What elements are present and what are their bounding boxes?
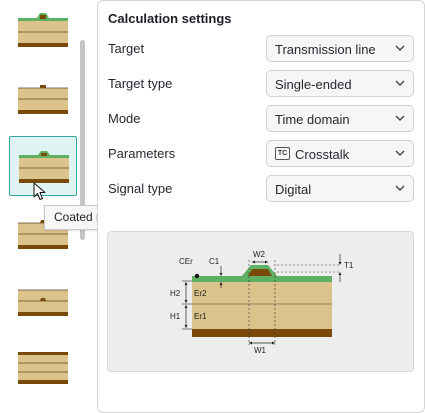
label-w1: W1 [254,346,267,355]
chevron-down-icon [395,80,405,86]
label-cer: CEr [179,257,193,266]
stack-single-trace-icon [18,85,68,114]
crosstalk-tc-icon: TC [275,147,290,160]
label-h2: H2 [170,289,181,298]
thumbnail-stack-single-trace[interactable] [9,68,77,128]
thumbnail-stack-three-layer[interactable] [9,338,77,398]
chevron-down-icon [395,115,405,121]
signal-type-select[interactable]: Digital [266,175,414,202]
label-t1: T1 [344,261,354,270]
signal-trace [248,269,272,276]
signal-type-label: Signal type [108,181,173,196]
label-er2: Er2 [194,289,207,298]
label-er1: Er1 [194,312,207,321]
stack-three-layer-icon [18,352,68,384]
signal-type-value: Digital [275,182,312,197]
chevron-down-icon [395,150,405,156]
mode-select[interactable]: Time domain [266,105,414,132]
parameters-select[interactable]: TC Crosstalk [266,140,414,167]
ground-plane [192,329,332,337]
stackup-cross-section-diagram: CEr C1 W2 T1 H2 Er2 H1 Er1 W1 [107,231,414,372]
mode-label: Mode [108,111,141,126]
coating-layer [192,276,332,282]
target-type-label: Target type [108,76,173,91]
label-c1: C1 [209,257,220,266]
label-h1: H1 [170,312,181,321]
thumbnail-stack-top-trace[interactable] [9,2,77,62]
coated-microstrip-icon [19,151,69,183]
mode-value: Time domain [275,112,350,127]
target-value: Transmission line [275,42,376,57]
mouse-cursor-icon [33,182,46,200]
label-w2: W2 [253,250,266,259]
parameters-value: Crosstalk [295,147,350,162]
stack-top-trace-icon [18,13,68,47]
panel-title: Calculation settings [108,11,232,26]
calculation-settings-panel: Calculation settings Target Transmission… [97,0,425,413]
target-select[interactable]: Transmission line [266,35,414,62]
thumbnail-stack-buried-trace[interactable] [9,270,77,330]
target-type-value: Single-ended [275,77,352,92]
chevron-down-icon [395,45,405,51]
substrate-layers [192,281,332,329]
stack-buried-trace-icon [18,289,68,316]
target-label: Target [108,41,145,56]
coated-microstrip-cross-section: CEr C1 W2 T1 H2 Er2 H1 Er1 W1 [170,250,354,355]
chevron-down-icon [395,185,405,191]
parameters-label: Parameters [108,146,176,161]
target-type-select[interactable]: Single-ended [266,70,414,97]
